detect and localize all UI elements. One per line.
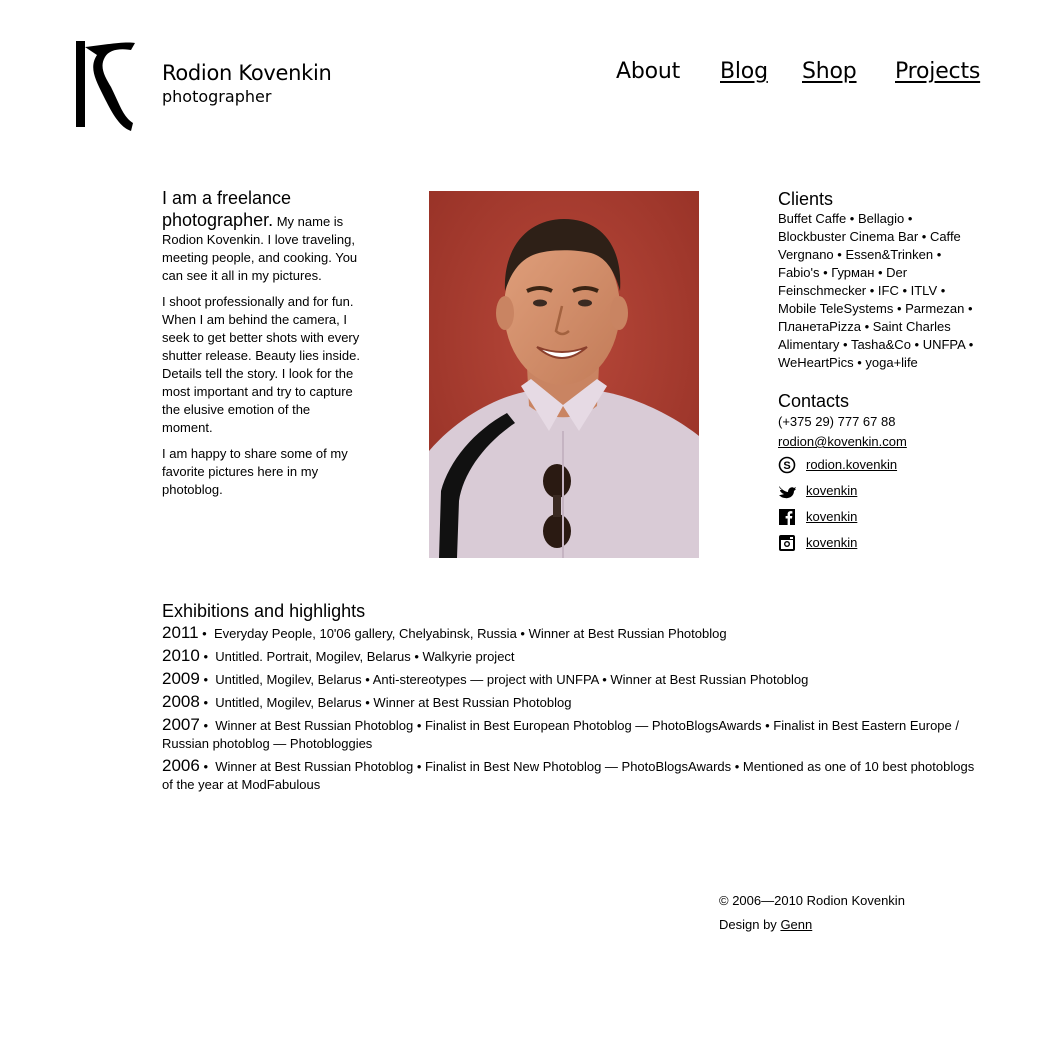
intro-paragraph-2: I shoot professionally and for fun. When… (162, 294, 360, 435)
instagram-icon (779, 535, 795, 551)
exhibition-row: 2006 • Winner at Best Russian Photoblog … (162, 756, 975, 793)
nav-shop[interactable]: Shop (802, 58, 857, 86)
exhibition-year: 2008 (162, 692, 200, 711)
exhibition-text: Untitled, Mogilev, Belarus • Anti-stereo… (215, 672, 809, 687)
portrait-illustration (429, 191, 699, 558)
exhibition-row: 2008 • Untitled, Mogilev, Belarus • Winn… (162, 692, 572, 711)
site-name: Rodion Kovenkin (162, 61, 332, 85)
twitter-link[interactable]: kovenkin (806, 482, 857, 500)
contact-instagram: kovenkin (778, 530, 978, 556)
exhibition-row: 2010 • Untitled. Portrait, Mogilev, Bela… (162, 646, 515, 665)
exhibition-text: Winner at Best Russian Photoblog • Final… (162, 759, 975, 792)
skype-icon: S (778, 456, 796, 474)
right-column: Clients Buffet Caffe • Bellagio • Blockb… (778, 188, 978, 556)
exhibitions-section: Exhibitions and highlights 2011 • Everyd… (162, 600, 977, 798)
intro-lead: I am a freelance photographer. (162, 188, 292, 230)
contact-phone: (+375 29) 777 67 88 (778, 414, 896, 429)
exhibitions-heading: Exhibitions and highlights (162, 601, 366, 621)
intro-text: I am a freelance photographer. My name i… (162, 187, 362, 507)
nav-about[interactable]: About (616, 58, 680, 86)
exhibition-year: 2010 (162, 646, 200, 665)
exhibition-year: 2006 (162, 756, 200, 775)
exhibition-year: 2009 (162, 669, 200, 688)
designer-link[interactable]: Genn (780, 917, 812, 932)
footer-copyright: © 2006—2010 Rodion Kovenkin (719, 893, 905, 908)
skype-link[interactable]: rodion.kovenkin (806, 456, 897, 474)
exhibition-row: 2009 • Untitled, Mogilev, Belarus • Anti… (162, 669, 809, 688)
site-logo[interactable] (73, 41, 137, 132)
exhibition-text: Everyday People, 10'06 gallery, Chelyabi… (213, 626, 727, 641)
nav-projects[interactable]: Projects (895, 58, 980, 86)
exhibition-row: 2011 • Everyday People, 10'06 gallery, C… (162, 623, 727, 642)
contact-facebook: kovenkin (778, 504, 978, 530)
facebook-icon (779, 509, 795, 525)
nav-blog[interactable]: Blog (720, 58, 768, 86)
footer: © 2006—2010 Rodion Kovenkin Design by Ge… (719, 889, 905, 937)
portrait-photo (429, 191, 699, 558)
exhibition-row: 2007 • Winner at Best Russian Photoblog … (162, 715, 959, 752)
instagram-link[interactable]: kovenkin (806, 534, 857, 552)
site-tagline: photographer (162, 87, 272, 106)
clients-list: Buffet Caffe • Bellagio • Blockbuster Ci… (778, 211, 974, 370)
clients-heading: Clients (778, 189, 834, 209)
contact-email-link[interactable]: rodion@kovenkin.com (778, 434, 907, 449)
footer-design-prefix: Design by (719, 917, 777, 932)
contact-skype: S rodion.kovenkin (778, 452, 978, 478)
exhibition-text: Untitled, Mogilev, Belarus • Winner at B… (215, 695, 572, 710)
footer-design-credit: Design by Genn (719, 913, 905, 937)
facebook-link[interactable]: kovenkin (806, 508, 857, 526)
svg-text:S: S (783, 460, 790, 472)
contact-twitter: kovenkin (778, 478, 978, 504)
logo-r-mark (76, 41, 135, 132)
intro-paragraph-1: I am a freelance photographer. My name i… (162, 187, 362, 285)
contacts-heading: Contacts (778, 391, 850, 411)
exhibition-year: 2011 (162, 623, 199, 642)
exhibition-text: Winner at Best Russian Photoblog • Final… (162, 718, 959, 751)
exhibition-text: Untitled. Portrait, Mogilev, Belarus • W… (215, 649, 515, 664)
exhibition-year: 2007 (162, 715, 200, 734)
twitter-bird-icon (779, 486, 796, 499)
intro-paragraph-3: I am happy to share some of my favorite … (162, 446, 348, 497)
